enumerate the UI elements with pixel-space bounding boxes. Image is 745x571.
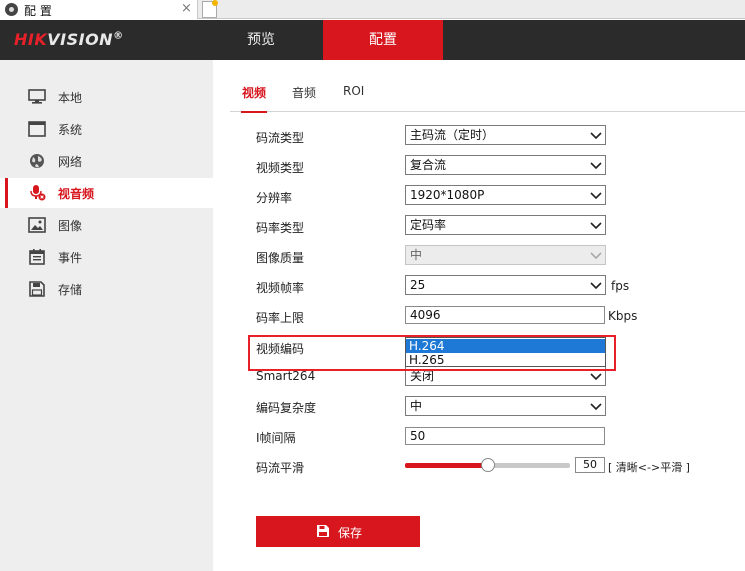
close-icon[interactable]: × [181, 1, 192, 16]
resolution-select[interactable]: 1920*1080P [405, 185, 606, 205]
smart264-select[interactable]: 关闭 [405, 366, 606, 386]
chevron-down-icon [590, 403, 602, 411]
encoding-complexity-value: 中 [410, 399, 423, 413]
microphone-icon [30, 185, 46, 201]
smart264-label: Smart264 [256, 369, 316, 383]
bitrate-type-value: 定码率 [410, 218, 447, 232]
max-bitrate-input[interactable]: 4096 [405, 306, 605, 324]
browser-tab[interactable]: 配 置 × [0, 0, 198, 19]
stream-type-label: 码流类型 [256, 131, 305, 145]
smoothing-slider[interactable] [405, 458, 570, 472]
smart264-value: 关闭 [410, 369, 435, 383]
frame-rate-value: 25 [410, 278, 426, 292]
browser-tab-strip: 配 置 × [0, 0, 745, 19]
image-quality-value: 中 [410, 248, 423, 262]
sidebar-item-network[interactable]: 网络 [0, 146, 213, 176]
sidebar-item-label: 网络 [58, 155, 83, 169]
chevron-down-icon [590, 282, 602, 290]
chevron-down-icon [590, 132, 602, 140]
smoothing-slider-thumb[interactable] [480, 458, 495, 472]
system-window-icon [28, 121, 46, 137]
tab-video[interactable]: 视频 [240, 84, 268, 113]
new-tab-icon[interactable] [202, 0, 218, 18]
smoothing-slider-fill [405, 463, 488, 468]
sidebar-item-label: 存储 [58, 283, 83, 297]
video-type-select[interactable]: 复合流 [405, 155, 606, 175]
chevron-down-icon [590, 373, 602, 381]
floppy-disk-icon [29, 281, 45, 297]
smoothing-hint: [ 清晰<->平滑 ] [608, 461, 690, 474]
top-header: HIKVISION® 预览 配置 [0, 20, 745, 60]
video-encoding-label: 视频编码 [256, 342, 305, 356]
resolution-value: 1920*1080P [410, 188, 485, 202]
chevron-down-icon [590, 192, 602, 200]
chevron-down-icon [590, 222, 602, 230]
stream-type-value: 主码流（定时） [410, 128, 495, 142]
sidebar-item-local[interactable]: 本地 [0, 82, 213, 112]
encoding-option-h265[interactable]: H.265 [406, 353, 605, 367]
image-quality-label: 图像质量 [256, 251, 305, 265]
nav-preview[interactable]: 预览 [215, 20, 307, 60]
sidebar-item-label: 图像 [58, 219, 83, 233]
floppy-disk-icon [317, 525, 329, 537]
smoothing-value-input[interactable]: 50 [575, 457, 605, 473]
save-button[interactable]: 保存 [256, 516, 420, 547]
sidebar-item-system[interactable]: 系统 [0, 114, 213, 144]
chevron-down-icon [590, 252, 602, 260]
stream-type-select[interactable]: 主码流（定时） [405, 125, 606, 145]
globe-icon [30, 154, 44, 168]
max-bitrate-unit: Kbps [608, 309, 638, 323]
sidebar: 本地 系统 网络 视音频 图像 事件 存储 [0, 60, 213, 571]
browser-tab-title: 配 置 [24, 4, 52, 18]
sidebar-item-image[interactable]: 图像 [0, 210, 213, 240]
hikvision-logo: HIKVISION® [14, 30, 124, 49]
camera-favicon-icon [5, 3, 18, 16]
settings-subtabs: 视频 音频 ROI [230, 70, 745, 113]
bitrate-type-label: 码率类型 [256, 221, 305, 235]
sidebar-item-event[interactable]: 事件 [0, 242, 213, 272]
video-type-value: 复合流 [410, 158, 447, 172]
encoding-complexity-select[interactable]: 中 [405, 396, 606, 416]
sidebar-item-storage[interactable]: 存储 [0, 274, 213, 304]
frame-rate-select[interactable]: 25 [405, 275, 606, 295]
calendar-icon [29, 249, 45, 265]
i-frame-interval-input[interactable]: 50 [405, 427, 605, 445]
sidebar-item-label: 系统 [58, 123, 83, 137]
sidebar-item-label: 本地 [58, 91, 83, 105]
save-button-label: 保存 [338, 526, 363, 540]
image-quality-select: 中 [405, 245, 606, 265]
tab-audio[interactable]: 音频 [292, 84, 316, 101]
i-frame-interval-label: I帧间隔 [256, 431, 296, 445]
smoothing-label: 码流平滑 [256, 461, 305, 475]
sidebar-item-label: 事件 [58, 251, 83, 265]
video-encoding-dropdown[interactable]: H.264 H.265 [405, 337, 606, 367]
encoding-option-h264[interactable]: H.264 [406, 339, 605, 353]
sidebar-item-label: 视音频 [58, 187, 95, 201]
image-icon [28, 217, 46, 233]
max-bitrate-label: 码率上限 [256, 311, 305, 325]
tab-roi[interactable]: ROI [343, 84, 364, 98]
resolution-label: 分辨率 [256, 191, 293, 205]
bitrate-type-select[interactable]: 定码率 [405, 215, 606, 235]
frame-rate-label: 视频帧率 [256, 281, 305, 295]
frame-rate-unit: fps [611, 279, 630, 293]
sidebar-item-audio-video[interactable]: 视音频 [0, 178, 213, 208]
monitor-icon [28, 89, 46, 104]
nav-config[interactable]: 配置 [323, 20, 443, 60]
chevron-down-icon [590, 162, 602, 170]
video-type-label: 视频类型 [256, 161, 305, 175]
encoding-complexity-label: 编码复杂度 [256, 401, 317, 415]
